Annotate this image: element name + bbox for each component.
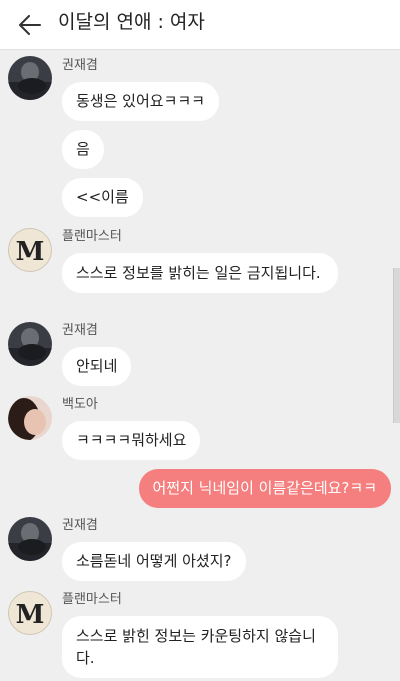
my-message-bubble[interactable]: 어쩐지 닉네임이 이름같은데요?ㅋㅋ <box>138 469 391 508</box>
sender-name: 플랜마스터 <box>62 592 122 607</box>
scrollbar[interactable] <box>393 268 400 423</box>
planmaster-logo: M <box>16 600 45 630</box>
chat-title: 이달의 연애 : 여자 <box>58 11 205 33</box>
message-bubble[interactable]: 안되네 <box>62 347 132 386</box>
avatar-user-kwon[interactable] <box>8 322 52 366</box>
sender-name: 플랜마스터 <box>62 229 122 244</box>
avatar-planmaster[interactable]: M <box>8 228 52 272</box>
avatar-user-kwon[interactable] <box>8 56 52 100</box>
message-bubble[interactable]: ㅋㅋㅋㅋ뭐하세요 <box>62 421 201 460</box>
message-bubble[interactable]: 음 <box>62 130 104 169</box>
message-bubble[interactable]: 스스로 밝힌 정보는 카운팅하지 않습니다. <box>62 616 338 678</box>
message-bubble[interactable]: 동생은 있어요ㅋㅋㅋ <box>62 82 219 121</box>
sender-name: 백도아 <box>62 397 98 412</box>
sender-name: 권재겸 <box>62 323 98 338</box>
message-bubble[interactable]: 소름돋네 어떻게 아셨지? <box>62 542 246 581</box>
arrow-left-icon <box>19 15 41 35</box>
message-bubble[interactable]: 스스로 정보를 밝히는 일은 금지됩니다. <box>62 253 338 293</box>
message-bubble[interactable]: <<이름 <box>62 178 143 217</box>
sender-name: 권재겸 <box>62 518 98 533</box>
planmaster-logo: M <box>16 237 45 267</box>
back-button[interactable] <box>14 9 46 41</box>
avatar-planmaster[interactable]: M <box>8 591 52 635</box>
sender-name: 권재겸 <box>62 58 98 73</box>
avatar-user-kwon[interactable] <box>8 517 52 561</box>
app-header: 이달의 연애 : 여자 <box>0 0 400 50</box>
avatar-user-baek[interactable] <box>8 396 52 440</box>
